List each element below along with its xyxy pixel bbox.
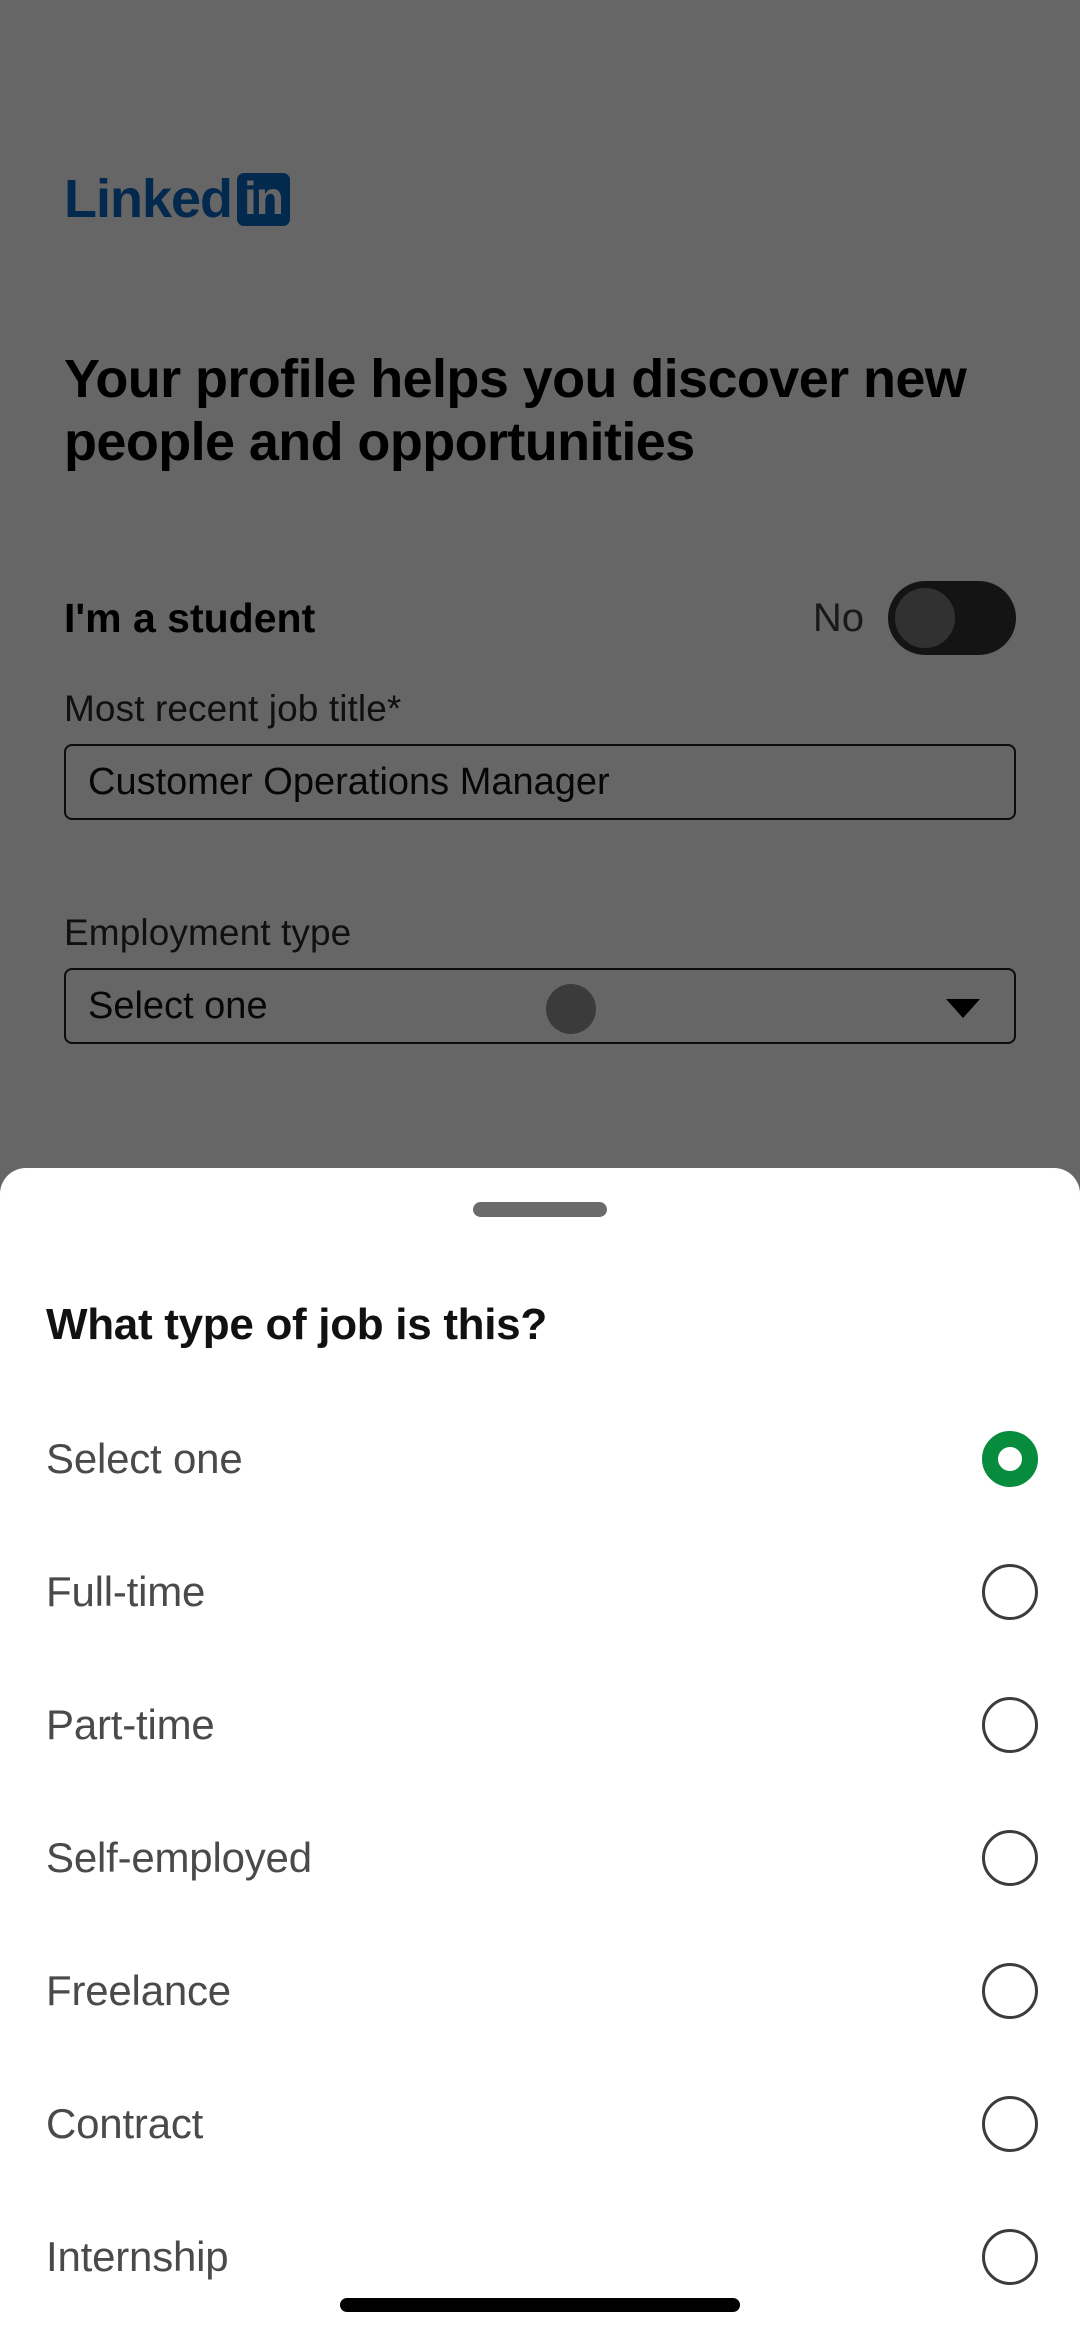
job-type-option-label: Internship <box>46 2232 229 2280</box>
radio-unselected-icon[interactable] <box>982 1962 1038 2019</box>
job-type-bottom-sheet: What type of job is this? Select one Full… <box>0 1168 1080 2336</box>
radio-unselected-icon[interactable] <box>982 2228 1038 2285</box>
job-type-option-label: Select one <box>46 1434 243 1482</box>
job-type-option-label: Freelance <box>46 1966 231 2014</box>
phone-screen: Linkedin Your profile helps you discover… <box>0 0 1080 2336</box>
system-navigation-bar <box>340 2298 740 2312</box>
radio-selected-icon[interactable] <box>982 1430 1038 1487</box>
job-type-option-row[interactable]: Part-time <box>0 1658 1080 1791</box>
radio-unselected-icon[interactable] <box>982 1829 1038 1886</box>
job-type-option-label: Contract <box>46 2099 204 2147</box>
job-type-option-row[interactable]: Freelance <box>0 1924 1080 2057</box>
sheet-drag-handle[interactable] <box>473 1202 607 1217</box>
job-type-option-row[interactable]: Self-employed <box>0 1791 1080 1924</box>
radio-unselected-icon[interactable] <box>982 1563 1038 1620</box>
job-type-option-row[interactable]: Contract <box>0 2057 1080 2190</box>
job-type-option-label: Full-time <box>46 1567 206 1615</box>
sheet-title: What type of job is this? <box>46 1300 547 1349</box>
job-type-option-row[interactable]: Select one <box>0 1392 1080 1525</box>
radio-unselected-icon[interactable] <box>982 1696 1038 1753</box>
job-type-option-label: Part-time <box>46 1700 215 1748</box>
radio-unselected-icon[interactable] <box>982 2095 1038 2152</box>
job-type-option-label: Self-employed <box>46 1833 312 1881</box>
job-type-option-row[interactable]: Full-time <box>0 1525 1080 1658</box>
job-type-option-list: Select one Full-time Part-time Self-employe… <box>0 1392 1080 2323</box>
